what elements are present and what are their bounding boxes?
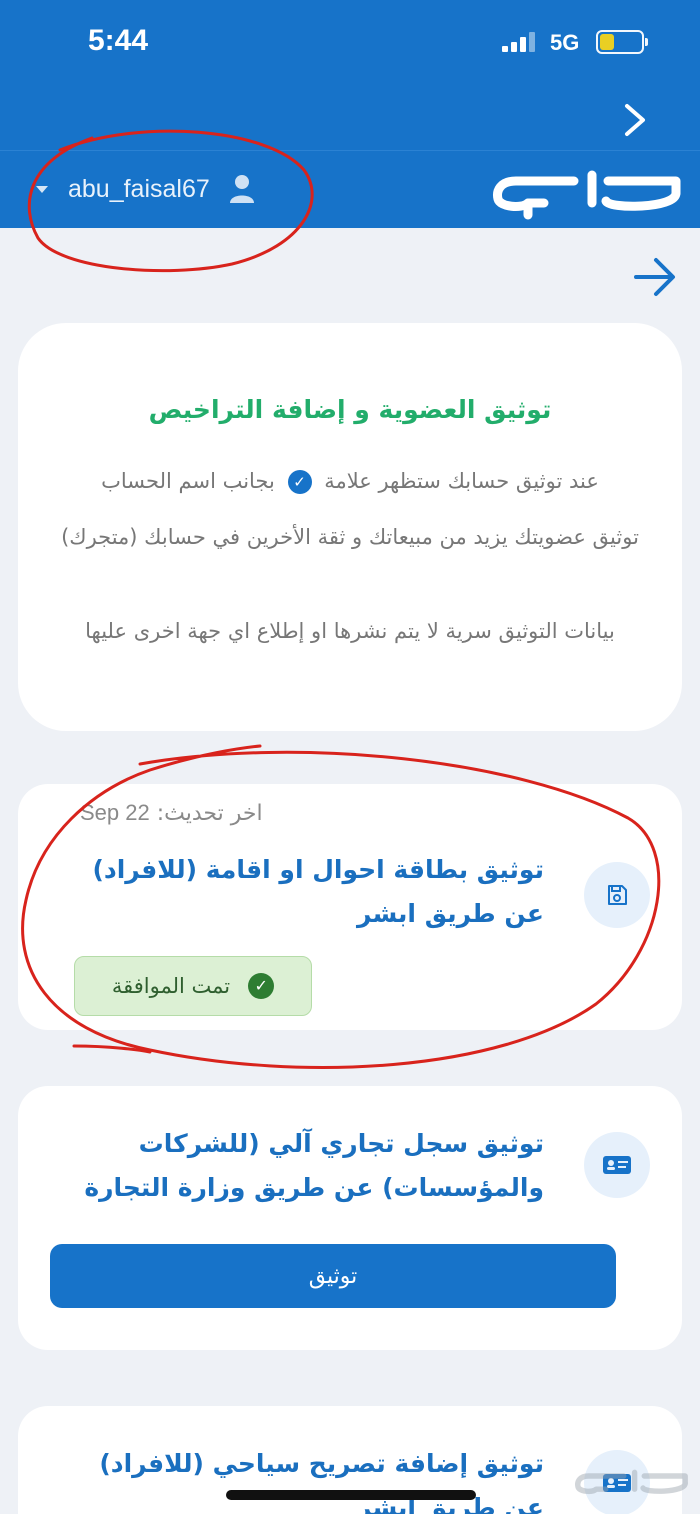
battery-fill [600, 34, 614, 50]
user-menu[interactable]: abu_faisal67 [36, 169, 256, 209]
user-icon [229, 175, 254, 203]
chevron-right-icon[interactable] [618, 98, 652, 142]
id-verification-card[interactable]: اخر تحديث: Sep 22 توثيق بطاقة احوال او ا… [18, 784, 682, 1030]
info-line-1-end: بجانب اسم الحساب [101, 469, 275, 493]
top-nav [0, 90, 700, 150]
info-title: توثيق العضوية و إضافة التراخيص [148, 395, 552, 424]
username: abu_faisal67 [68, 174, 210, 203]
status-time: 5:44 [88, 24, 149, 57]
verify-button[interactable]: توثيق [50, 1244, 616, 1308]
info-line-sales: توثيق عضويتك يزيد من مبيعاتك و ثقة الأخر… [61, 525, 639, 549]
battery-icon [596, 30, 648, 54]
arrow-right-icon[interactable] [632, 254, 678, 300]
tourism-permit-title: توثيق إضافة تصريح سياحي (للافراد) عن طري… [99, 1449, 544, 1514]
approved-status-badge: ✓ تمت الموافقة [74, 956, 312, 1016]
info-line-checkmark: عند توثيق حسابك ستظهر علامة ✓ بجانب اسم … [38, 463, 662, 499]
network-type: 5G [550, 30, 580, 55]
save-icon [608, 885, 627, 905]
verification-info-card: توثيق العضوية و إضافة التراخيص عند توثيق… [18, 323, 682, 731]
last-update-date: Sep 22 [80, 800, 150, 825]
haraj-logo [493, 170, 681, 220]
info-line-1-start: عند توثيق حسابك ستظهر علامة [324, 469, 599, 493]
commercial-registration-title: توثيق سجل تجاري آلي (للشركات والمؤسسات) … [84, 1129, 544, 1202]
last-update-label: اخر تحديث: [156, 801, 263, 826]
id-card-icon [603, 1156, 631, 1174]
status-bar: 5:44 5G [0, 0, 700, 90]
commercial-registration-icon-wrap [584, 1132, 650, 1198]
commercial-registration-card: توثيق سجل تجاري آلي (للشركات والمؤسسات) … [18, 1086, 682, 1350]
approved-status-text: تمت الموافقة [111, 974, 231, 998]
haraj-watermark [575, 1469, 688, 1495]
id-verification-title: توثيق بطاقة احوال او اقامة (للافراد) عن … [92, 855, 544, 928]
caret-down-icon [36, 185, 48, 193]
check-circle-icon: ✓ [248, 973, 275, 999]
signal-icon [502, 32, 538, 52]
home-indicator[interactable] [226, 1490, 476, 1500]
app-header: abu_faisal67 [0, 150, 700, 228]
verified-check-icon: ✓ [287, 470, 312, 494]
info-line-privacy: بيانات التوثيق سرية لا يتم نشرها او إطلا… [85, 619, 615, 643]
last-update: اخر تحديث: Sep 22 [80, 800, 263, 826]
id-verification-icon-wrap [584, 862, 650, 928]
